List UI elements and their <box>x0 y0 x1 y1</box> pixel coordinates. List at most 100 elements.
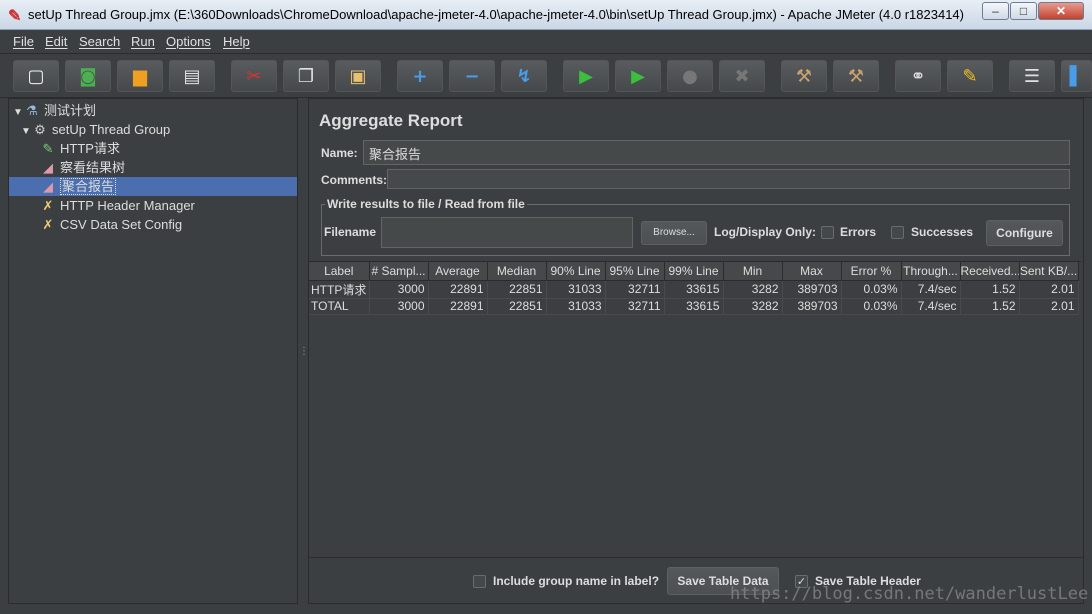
file-group-title: Write results to file / Read from file <box>325 197 527 211</box>
tree-node[interactable]: ◢ 察看结果树 <box>9 158 297 177</box>
toggle-button[interactable]: ↯ <box>501 60 547 92</box>
aggregate-table: Label # Sampl... Average Median 90% Line 95% … <box>309 262 1079 315</box>
search-button[interactable]: ⚭ <box>895 60 941 92</box>
shutdown-icon: ✖ <box>734 65 750 87</box>
cut-icon: ✂ <box>246 65 262 87</box>
column-header[interactable]: Received... <box>960 262 1020 281</box>
table-cell: 3000 <box>369 298 429 315</box>
tree-node[interactable]: ◢ 聚合报告 <box>9 177 297 196</box>
tree-node[interactable]: ▼ ⚗ 测试计划 <box>9 101 297 120</box>
collapse-button[interactable]: − <box>449 60 495 92</box>
column-header[interactable]: 99% Line <box>664 262 724 281</box>
function-helper-button[interactable]: ☰ <box>1009 60 1055 92</box>
errors-checkbox[interactable] <box>821 226 834 239</box>
paste-button[interactable]: ▣ <box>335 60 381 92</box>
split-pane-divider[interactable]: ⋮ <box>299 98 309 604</box>
column-header[interactable]: Max <box>782 262 842 281</box>
browse-button[interactable]: Browse... <box>641 221 707 245</box>
start-no-pauses-button[interactable]: ▶ <box>615 60 661 92</box>
table-cell: 33615 <box>664 280 724 299</box>
tree-node-label: 测试计划 <box>44 103 97 118</box>
comments-label: Comments: <box>321 173 388 187</box>
open-button[interactable]: ▆ <box>117 60 163 92</box>
table-cell: 2.01 <box>1019 280 1079 299</box>
column-header[interactable]: Sent KB/... <box>1019 262 1079 281</box>
maximize-button[interactable]: □ <box>1010 2 1037 20</box>
table-row[interactable]: TOTAL 3000 22891 22851 31033 32711 33615 3282 38… <box>309 298 1079 315</box>
name-field[interactable]: 聚合报告 <box>363 140 1070 165</box>
copy-button[interactable]: ❐ <box>283 60 329 92</box>
column-header[interactable]: # Sampl... <box>369 262 429 281</box>
successes-checkbox[interactable] <box>891 226 904 239</box>
table-cell: 7.4/sec <box>901 280 961 299</box>
column-header[interactable]: Through... <box>901 262 961 281</box>
column-header[interactable]: 90% Line <box>546 262 606 281</box>
pipette-icon: ✎ <box>42 141 54 156</box>
table-cell: 33615 <box>664 298 724 315</box>
table-cell: 22851 <box>487 298 547 315</box>
menu-run[interactable]: Run <box>131 34 155 49</box>
table-cell: 389703 <box>782 280 842 299</box>
clear-button[interactable]: ⚒ <box>781 60 827 92</box>
reset-search-icon: ✎ <box>962 65 978 87</box>
clear-all-button[interactable]: ⚒ <box>833 60 879 92</box>
tree-node-label: 聚合报告 <box>60 178 117 195</box>
menu-file[interactable]: File <box>13 34 34 49</box>
panel-title: Aggregate Report <box>319 111 463 130</box>
results-table-scroll[interactable]: Label # Sampl... Average Median 90% Line 95% … <box>309 261 1081 557</box>
tree-node[interactable]: ✎ HTTP请求 <box>9 139 297 158</box>
stop-button[interactable]: ● <box>667 60 713 92</box>
comments-field[interactable] <box>387 169 1070 189</box>
close-button[interactable]: ✕ <box>1038 2 1084 20</box>
start-no-pauses-icon: ▶ <box>631 65 645 87</box>
reset-search-button[interactable]: ✎ <box>947 60 993 92</box>
new-button[interactable]: ▢ <box>13 60 59 92</box>
log-display-label: Log/Display Only: <box>714 225 817 239</box>
tree-node[interactable]: ✗ HTTP Header Manager <box>9 196 297 215</box>
column-header[interactable]: Min <box>723 262 783 281</box>
table-row[interactable]: HTTP请求 3000 22891 22851 31033 32711 33615 3282 3… <box>309 280 1079 299</box>
window-title-bar[interactable]: ✎ setUp Thread Group.jmx (E:\360Download… <box>0 0 1092 30</box>
column-header[interactable]: 95% Line <box>605 262 665 281</box>
save-icon: ▤ <box>183 65 201 87</box>
shutdown-button[interactable]: ✖ <box>719 60 765 92</box>
table-cell: HTTP请求 <box>309 280 370 299</box>
collapse-icon: − <box>464 65 480 87</box>
start-button[interactable]: ▶ <box>563 60 609 92</box>
help-button[interactable]: ▌ <box>1061 60 1092 92</box>
search-icon: ⚭ <box>910 65 926 87</box>
menu-edit[interactable]: Edit <box>45 34 67 49</box>
include-group-checkbox[interactable] <box>473 575 486 588</box>
stop-icon: ● <box>682 65 698 87</box>
aggregate-report-panel: Aggregate Report Name: 聚合报告 Comments: Wr… <box>308 98 1084 604</box>
cut-button[interactable]: ✂ <box>231 60 277 92</box>
menu-search[interactable]: Search <box>79 34 120 49</box>
toggle-icon: ↯ <box>516 65 532 87</box>
chart-icon: ◢ <box>43 179 53 194</box>
column-header[interactable]: Average <box>428 262 488 281</box>
tree-node[interactable]: ▼ ⚙ setUp Thread Group <box>9 120 297 139</box>
column-header[interactable]: Median <box>487 262 547 281</box>
minimize-button[interactable]: – <box>982 2 1009 20</box>
table-cell: 2.01 <box>1019 298 1079 315</box>
function-helper-icon: ☰ <box>1023 65 1041 87</box>
column-header[interactable]: Error % <box>841 262 902 281</box>
successes-label: Successes <box>911 225 974 239</box>
jmeter-feather-icon: ✎ <box>8 8 22 25</box>
include-group-label: Include group name in label? <box>493 574 660 588</box>
column-header[interactable]: Label <box>309 262 370 281</box>
flask-icon: ⚗ <box>26 103 38 118</box>
configure-button[interactable]: Configure <box>986 220 1063 246</box>
tree-node[interactable]: ✗ CSV Data Set Config <box>9 215 297 234</box>
paste-icon: ▣ <box>349 65 367 87</box>
filename-field[interactable] <box>381 217 633 248</box>
table-cell: 32711 <box>605 280 665 299</box>
expand-button[interactable]: + <box>397 60 443 92</box>
table-cell: 31033 <box>546 298 606 315</box>
gear-icon: ⚙ <box>34 122 46 137</box>
templates-button[interactable]: ◙ <box>65 60 111 92</box>
test-plan-tree: ▼ ⚗ 测试计划 ▼ ⚙ setUp Thread Group ✎ HTTP请求 ◢ 察看结果树 ◢… <box>8 98 298 604</box>
save-button[interactable]: ▤ <box>169 60 215 92</box>
menu-options[interactable]: Options <box>166 34 211 49</box>
menu-help[interactable]: Help <box>223 34 250 49</box>
